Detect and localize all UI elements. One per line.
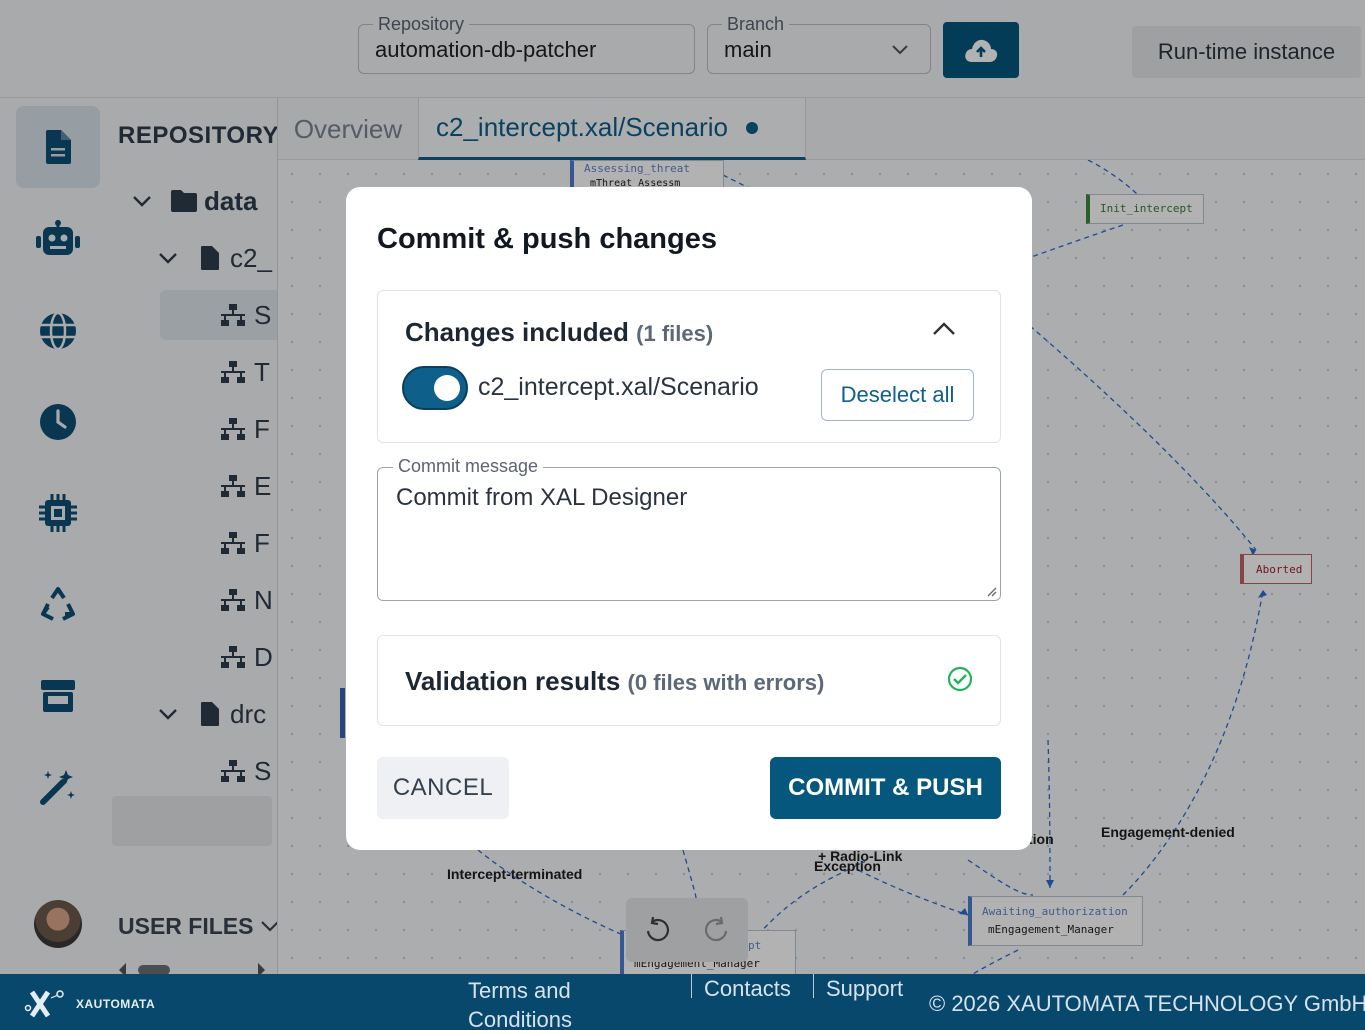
file-toggle[interactable] bbox=[402, 366, 468, 410]
commit-message-field[interactable]: Commit message Commit from XAL Designer bbox=[377, 456, 1001, 601]
changes-count: (1 files) bbox=[636, 321, 714, 346]
check-circle-icon bbox=[947, 666, 973, 692]
commit-push-button[interactable]: COMMIT & PUSH bbox=[770, 757, 1001, 819]
copyright-text: © 2026 XAUTOMATA TECHNOLOGY GmbH bbox=[929, 991, 1365, 1016]
footer-divider bbox=[691, 974, 692, 998]
commit-message-label: Commit message bbox=[393, 456, 544, 477]
contacts-link[interactable]: Contacts bbox=[704, 976, 791, 1002]
changes-card: Changes included (1 files) c2_intercept.… bbox=[377, 290, 1001, 443]
changes-heading-label: Changes included bbox=[405, 317, 629, 347]
chevron-up-icon[interactable] bbox=[932, 321, 956, 337]
dialog-title: Commit & push changes bbox=[377, 223, 717, 255]
validation-card: Validation results (0 files with errors) bbox=[377, 635, 1001, 726]
xautomata-logo-icon bbox=[24, 990, 64, 1018]
commit-message-value: Commit from XAL Designer bbox=[396, 484, 688, 511]
resize-handle-icon[interactable] bbox=[985, 585, 997, 597]
commit-dialog: Commit & push changes Changes included (… bbox=[346, 187, 1032, 850]
validation-heading: Validation results (0 files with errors) bbox=[405, 666, 824, 697]
toggle-knob bbox=[434, 375, 460, 401]
footer: XAUTOMATA Terms and Conditions Contacts … bbox=[0, 974, 1365, 1030]
logo-text: XAUTOMATA bbox=[76, 997, 156, 1011]
validation-count: (0 files with errors) bbox=[627, 670, 825, 695]
changed-file-label: c2_intercept.xal/Scenario bbox=[478, 373, 759, 401]
xautomata-logo: XAUTOMATA bbox=[24, 986, 155, 1022]
terms-link[interactable]: Terms and Conditions bbox=[468, 976, 668, 1030]
cancel-button[interactable]: CANCEL bbox=[377, 757, 509, 819]
deselect-all-button[interactable]: Deselect all bbox=[821, 369, 974, 421]
footer-divider bbox=[813, 974, 814, 998]
validation-heading-label: Validation results bbox=[405, 666, 621, 696]
changes-heading: Changes included (1 files) bbox=[405, 317, 713, 348]
support-link[interactable]: Support bbox=[826, 976, 903, 1002]
